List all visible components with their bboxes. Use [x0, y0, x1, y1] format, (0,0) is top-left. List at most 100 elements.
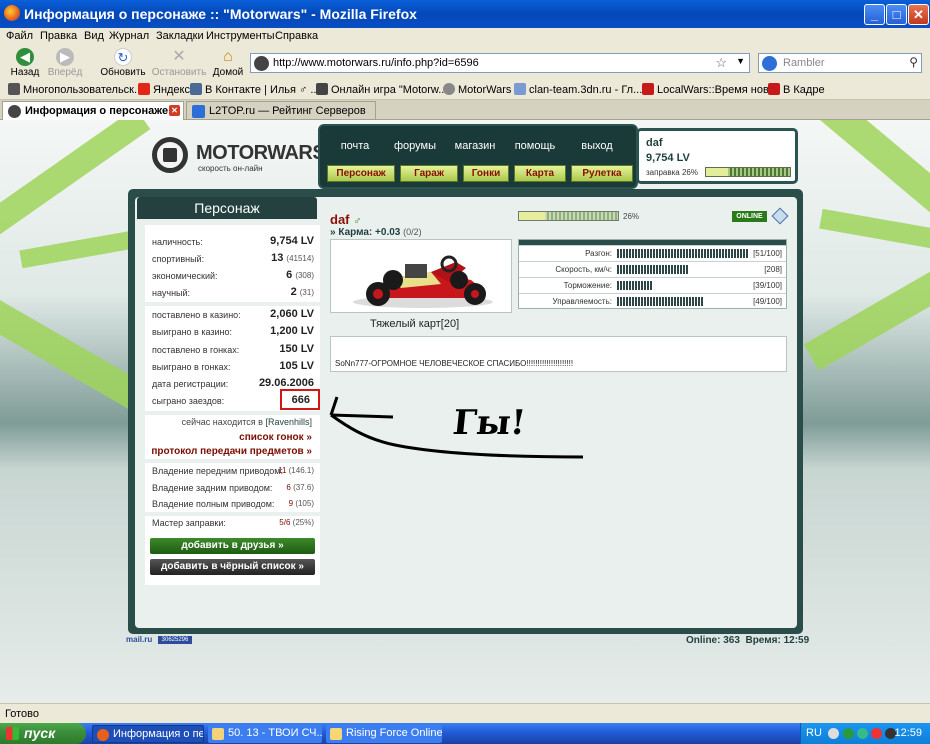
decor-leaf — [803, 259, 930, 371]
stat-value: 105 LV — [279, 360, 314, 372]
forward-button[interactable]: ▶ Вперёд — [40, 46, 90, 78]
window-titlebar[interactable]: Информация о персонаже :: "Motorwars" - … — [0, 0, 930, 28]
car-stat-value: [208] — [764, 265, 782, 274]
bookmark-item[interactable]: В Кадре — [768, 83, 825, 96]
tab-close-icon[interactable]: ✕ — [169, 105, 180, 116]
stat-label: выиграно в гонках: — [152, 362, 231, 372]
highlight-box — [280, 389, 320, 410]
menu-bookmarks[interactable]: Закладки — [156, 30, 204, 42]
experience-bar — [518, 211, 619, 221]
search-engine-icon[interactable] — [762, 56, 777, 71]
forward-label: Вперёд — [47, 67, 83, 78]
mailru-counter-label[interactable]: mail.ru — [126, 635, 152, 644]
url-input[interactable]: http://www.motorwars.ru/info.php?id=6596… — [250, 53, 750, 73]
taskbar-item-folder[interactable]: Rising Force Online — [326, 725, 442, 743]
tab-bar: Информация о персонаже ... ✕ L2TOP.ru — … — [0, 100, 930, 129]
stat-row: выиграно в казино: 1,200 LV — [152, 323, 314, 339]
vk-icon — [190, 83, 202, 95]
bookmark-item[interactable]: Яндекс — [138, 83, 190, 96]
races-list-link[interactable]: список гонок » — [239, 432, 312, 443]
vkadre-icon — [768, 83, 780, 95]
bookmark-item[interactable]: MotorWars — [443, 83, 511, 96]
bookmark-item[interactable]: Онлайн игра "Motorw... — [316, 83, 447, 96]
decor-leaf — [0, 299, 147, 411]
bookmark-item[interactable]: В Контакте | Илья ♂ ... — [190, 83, 320, 96]
nav-mail[interactable]: почта — [330, 140, 380, 152]
bookmark-item[interactable]: Многопользовательск... — [8, 83, 143, 96]
back-label: Назад — [10, 67, 40, 78]
nav-races-button[interactable]: Гонки — [463, 165, 509, 182]
registration-date: 29.06.2006 — [258, 377, 314, 389]
nav-shop[interactable]: магазин — [450, 140, 500, 152]
tray-messenger-icon[interactable] — [857, 728, 868, 739]
car-image — [330, 239, 512, 313]
menu-history[interactable]: Журнал — [109, 30, 149, 42]
items-protocol-link[interactable]: протокол передачи предметов » — [151, 446, 312, 457]
menu-view[interactable]: Вид — [84, 30, 104, 42]
stat-label: наличность: — [152, 237, 203, 247]
tab-l2top[interactable]: L2TOP.ru — Рейтинг Серверов ... — [186, 101, 376, 129]
bookmark-label: Яндекс — [153, 84, 190, 96]
minimize-button[interactable]: _ — [864, 4, 885, 25]
bookmark-item[interactable]: LocalWars::Время нов... — [642, 83, 778, 96]
user-name[interactable]: daf — [646, 137, 663, 149]
menu-help[interactable]: Справка — [275, 30, 318, 42]
nav-exit[interactable]: выход — [572, 140, 622, 152]
add-friend-button[interactable]: добавить в друзья » — [150, 538, 315, 554]
home-button[interactable]: ⌂ Домой — [203, 46, 253, 78]
nav-garage-button[interactable]: Гараж — [400, 165, 458, 182]
car-stat-row: Управляемость: [49/100] — [519, 293, 786, 309]
site-menu: почта форумы магазин помощь выход Персон… — [318, 124, 638, 189]
stat-row: спортивный: 13 (41514) — [152, 250, 314, 266]
url-dropdown-icon[interactable]: ▼ — [736, 56, 745, 66]
bookmark-item[interactable]: clan-team.3dn.ru - Гл... — [514, 83, 642, 96]
nav-forums[interactable]: форумы — [390, 140, 440, 152]
stop-button[interactable]: ✕ Остановить — [150, 46, 208, 78]
taskbar-label: 50. 13 - ТВОИ СЧ... — [228, 727, 322, 739]
bookmark-label: LocalWars::Время нов... — [657, 84, 779, 96]
drawn-annotation: Гы! — [325, 395, 590, 465]
drive-row: Владение передним приводом: 11 (146.1) — [152, 464, 314, 478]
add-blacklist-button[interactable]: добавить в чёрный список » — [150, 559, 315, 575]
site-logo[interactable]: MOTORWARS.RU скорость он-лайн — [152, 132, 359, 182]
start-button[interactable]: пуск — [0, 723, 86, 744]
tray-network-icon[interactable] — [843, 728, 854, 739]
reload-button[interactable]: ↻ Обновить — [98, 46, 148, 78]
tray-arrow-icon[interactable] — [828, 728, 839, 739]
stat-row: наличность: 9,754 LV — [152, 233, 314, 249]
user-box: daf 9,754 LV заправка 26% — [636, 128, 798, 184]
window-title: Информация о персонаже :: "Motorwars" - … — [24, 6, 417, 22]
stat-value: 2,060 LV — [270, 308, 314, 320]
stat-label: экономический: — [152, 271, 218, 281]
bookmark-label: Многопользовательск... — [23, 84, 144, 96]
nav-roulette-button[interactable]: Рулетка — [571, 165, 633, 182]
folder-icon — [330, 728, 342, 740]
stat-label: поставлено в казино: — [152, 310, 241, 320]
drive-extra: (146.1) — [288, 466, 314, 475]
decor-leaf — [19, 229, 141, 269]
bookmark-star-icon[interactable]: ☆ — [715, 55, 727, 71]
server-status: Online: 363 Время: 12:59 — [686, 635, 809, 646]
bookmark-label: В Кадре — [783, 84, 825, 96]
drive-label: Владение передним приводом: — [152, 466, 283, 476]
maximize-button[interactable]: □ — [886, 4, 907, 25]
menu-file[interactable]: Файл — [6, 30, 33, 42]
tab-active[interactable]: Информация о персонаже ... ✕ — [2, 101, 184, 120]
reload-label: Обновить — [100, 67, 146, 78]
menu-edit[interactable]: Правка — [40, 30, 77, 42]
taskbar-item-document[interactable]: 50. 13 - ТВОИ СЧ... — [208, 725, 322, 743]
nav-character-button[interactable]: Персонаж — [327, 165, 395, 182]
stat-extra: (41514) — [286, 254, 314, 263]
nav-help[interactable]: помощь — [510, 140, 560, 152]
search-input[interactable]: Rambler ⚲ — [758, 53, 922, 73]
nav-map-button[interactable]: Карта — [514, 165, 566, 182]
tray-antivirus-icon[interactable] — [871, 728, 882, 739]
search-icon[interactable]: ⚲ — [909, 55, 918, 69]
language-indicator[interactable]: RU — [806, 727, 822, 739]
windows-logo-icon — [6, 727, 19, 740]
location-value[interactable]: [Ravenhills] — [265, 417, 312, 427]
close-button[interactable]: ✕ — [908, 4, 929, 25]
taskbar-item-firefox[interactable]: Информация о пе... — [92, 725, 204, 743]
menu-tools[interactable]: Инструменты — [206, 30, 275, 42]
stat-row: выиграно в гонках: 105 LV — [152, 358, 314, 374]
